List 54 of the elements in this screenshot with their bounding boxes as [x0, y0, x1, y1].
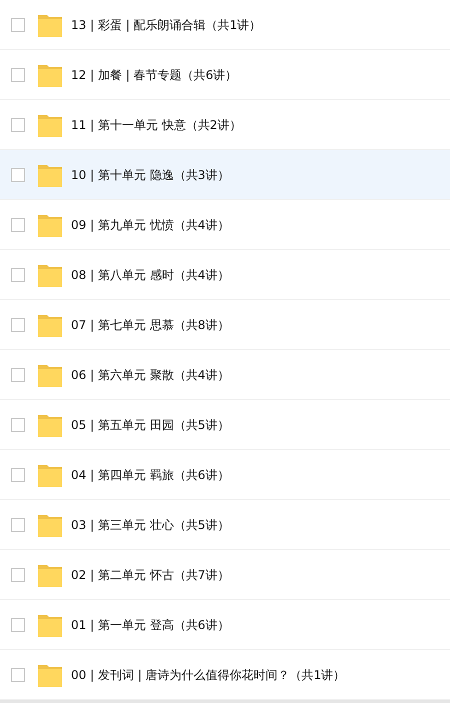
folder-icon [38, 112, 62, 136]
folder-row[interactable]: 03 | 第三单元 壮心（共5讲） [0, 500, 450, 550]
folder-row[interactable]: 13 | 彩蛋 | 配乐朗诵合辑（共1讲） [0, 0, 450, 50]
folder-row[interactable]: 08 | 第八单元 感时（共4讲） [0, 250, 450, 300]
folder-icon [38, 162, 62, 186]
checkbox[interactable] [11, 18, 25, 32]
folder-row[interactable]: 02 | 第二单元 怀古（共7讲） [0, 550, 450, 600]
folder-name: 03 | 第三单元 壮心（共5讲） [71, 516, 230, 534]
checkbox[interactable] [11, 468, 25, 482]
checkbox[interactable] [11, 268, 25, 282]
folder-row[interactable]: 07 | 第七单元 思慕（共8讲） [0, 300, 450, 350]
checkbox[interactable] [11, 568, 25, 582]
checkbox[interactable] [11, 618, 25, 632]
checkbox[interactable] [11, 318, 25, 332]
checkbox[interactable] [11, 168, 25, 182]
checkbox[interactable] [11, 668, 25, 682]
checkbox[interactable] [11, 68, 25, 82]
folder-name: 01 | 第一单元 登高（共6讲） [71, 616, 230, 634]
folder-name: 10 | 第十单元 隐逸（共3讲） [71, 166, 230, 184]
folder-name: 12 | 加餐 | 春节专题（共6讲） [71, 66, 238, 84]
folder-icon [38, 612, 62, 636]
folder-icon [38, 312, 62, 336]
folder-icon [38, 362, 62, 386]
checkbox[interactable] [11, 518, 25, 532]
folder-name: 02 | 第二单元 怀古（共7讲） [71, 566, 230, 584]
folder-icon [38, 512, 62, 536]
folder-icon [38, 62, 62, 86]
folder-row[interactable]: 04 | 第四单元 羁旅（共6讲） [0, 450, 450, 500]
folder-icon [38, 212, 62, 236]
folder-name: 06 | 第六单元 聚散（共4讲） [71, 366, 230, 384]
folder-name: 11 | 第十一单元 快意（共2讲） [71, 116, 242, 134]
folder-icon [38, 462, 62, 486]
folder-row[interactable]: 10 | 第十单元 隐逸（共3讲） [0, 150, 450, 200]
checkbox[interactable] [11, 368, 25, 382]
folder-row[interactable]: 01 | 第一单元 登高（共6讲） [0, 600, 450, 650]
folder-name: 07 | 第七单元 思慕（共8讲） [71, 316, 230, 334]
folder-row[interactable]: 06 | 第六单元 聚散（共4讲） [0, 350, 450, 400]
folder-name: 08 | 第八单元 感时（共4讲） [71, 266, 230, 284]
folder-row[interactable]: 05 | 第五单元 田园（共5讲） [0, 400, 450, 450]
folder-name: 00 | 发刊词 | 唐诗为什么值得你花时间？（共1讲） [71, 666, 346, 684]
folder-name: 13 | 彩蛋 | 配乐朗诵合辑（共1讲） [71, 16, 262, 34]
checkbox[interactable] [11, 218, 25, 232]
folder-icon [38, 562, 62, 586]
folder-name: 05 | 第五单元 田园（共5讲） [71, 416, 230, 434]
folder-icon [38, 262, 62, 286]
folder-row[interactable]: 09 | 第九单元 忧愤（共4讲） [0, 200, 450, 250]
checkbox[interactable] [11, 418, 25, 432]
folder-icon [38, 662, 62, 686]
folder-row[interactable]: 12 | 加餐 | 春节专题（共6讲） [0, 50, 450, 100]
folder-name: 04 | 第四单元 羁旅（共6讲） [71, 466, 230, 484]
folder-icon [38, 12, 62, 36]
checkbox[interactable] [11, 118, 25, 132]
folder-name: 09 | 第九单元 忧愤（共4讲） [71, 216, 230, 234]
folder-icon [38, 412, 62, 436]
